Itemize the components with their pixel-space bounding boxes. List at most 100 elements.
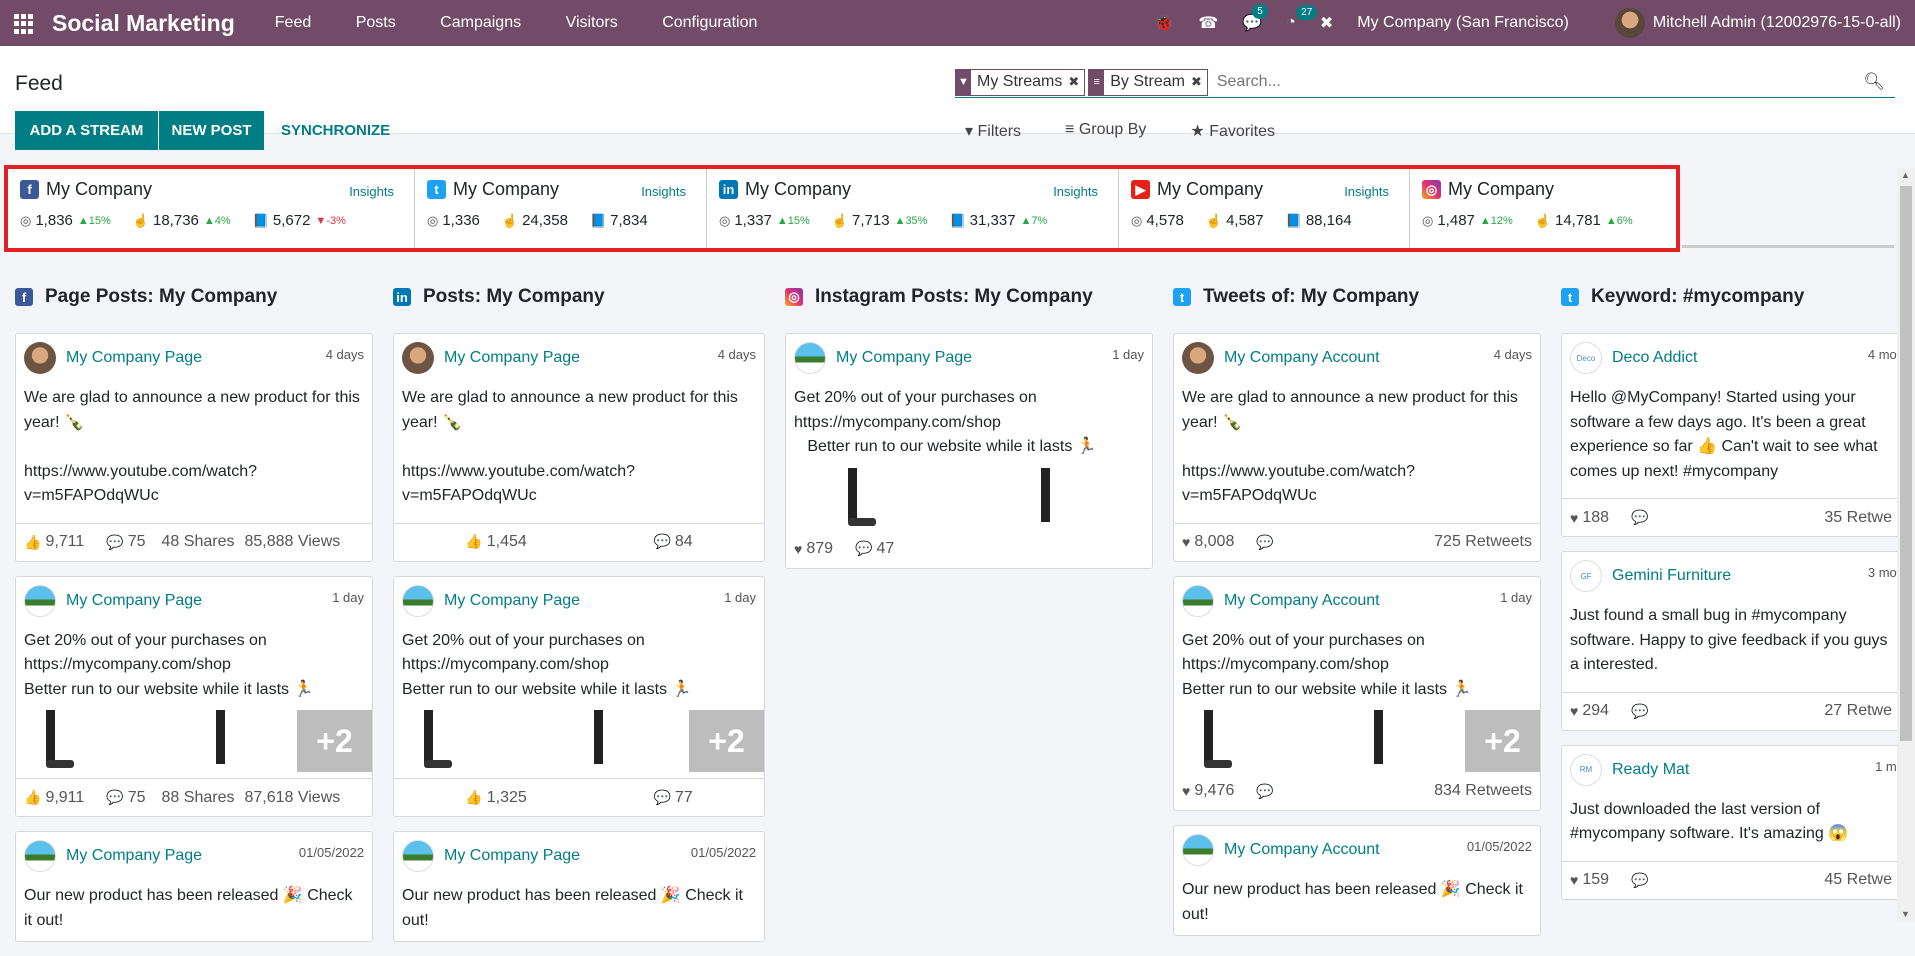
heart-icon[interactable]: ♥ bbox=[1570, 872, 1578, 888]
heart-icon[interactable]: ♥ bbox=[1570, 703, 1578, 719]
post-images[interactable] bbox=[786, 467, 1152, 530]
search-icon[interactable]: 🔍︎ bbox=[1863, 72, 1885, 92]
comment-icon[interactable]: 💬 bbox=[855, 540, 872, 557]
post-author[interactable]: My Company Account bbox=[1224, 349, 1380, 367]
trend-down: ▼-3% bbox=[315, 214, 346, 227]
post-author[interactable]: My Company Page bbox=[444, 592, 580, 610]
post-author[interactable]: My Company Account bbox=[1224, 592, 1380, 610]
tools-icon[interactable]: ✖ bbox=[1320, 13, 1333, 33]
stream-title[interactable]: Posts: My Company bbox=[423, 286, 605, 308]
remove-facet-icon[interactable]: ✖ bbox=[1191, 70, 1207, 95]
post-author[interactable]: My Company Page bbox=[66, 349, 202, 367]
user-avatar[interactable] bbox=[1614, 8, 1645, 38]
stream-title[interactable]: Instagram Posts: My Company bbox=[815, 286, 1093, 308]
group-by-button[interactable]: ≡ Group By bbox=[1065, 121, 1168, 141]
thumbs-up-icon[interactable]: 👍 bbox=[24, 534, 41, 551]
post-images[interactable]: +2 bbox=[394, 710, 764, 772]
post-card[interactable]: My Company Page 01/05/2022 Our new produ… bbox=[393, 831, 765, 942]
activities-clock-icon[interactable]: ◔ 27 bbox=[1286, 5, 1318, 32]
post-images[interactable]: +2 bbox=[1174, 710, 1540, 772]
vertical-scrollbar[interactable]: ▲ ▼ bbox=[1897, 168, 1915, 921]
synchronize-button[interactable]: SYNCHRONIZE bbox=[275, 111, 396, 150]
app-menu-icon[interactable] bbox=[14, 14, 34, 34]
post-images[interactable]: +2 bbox=[16, 710, 372, 772]
post-card[interactable]: RMReady Mat 1 mo Just downloaded the las… bbox=[1561, 744, 1901, 900]
menu-posts[interactable]: Posts bbox=[356, 14, 396, 31]
more-images[interactable]: +2 bbox=[297, 710, 372, 772]
post-author[interactable]: Ready Mat bbox=[1612, 761, 1689, 779]
account-name: My Company bbox=[453, 179, 560, 199]
heart-icon[interactable]: ♥ bbox=[794, 541, 802, 557]
account-instagram: ◎ My Company ◎ 1,487 ▲12% ☝ 14,781 ▲6% bbox=[1410, 169, 1676, 248]
post-author[interactable]: My Company Page bbox=[444, 847, 580, 865]
thumbs-up-icon[interactable]: 👍 bbox=[24, 789, 41, 806]
comment-icon[interactable]: 💬 bbox=[1256, 534, 1430, 551]
phone-icon[interactable]: ☎ bbox=[1198, 13, 1218, 33]
comment-icon[interactable]: 💬 bbox=[1631, 872, 1820, 889]
insights-link[interactable]: Insights bbox=[641, 184, 686, 199]
post-author[interactable]: My Company Account bbox=[1224, 841, 1380, 859]
insights-link[interactable]: Insights bbox=[349, 184, 394, 199]
search-input[interactable] bbox=[1210, 73, 1864, 91]
author-avatar bbox=[24, 342, 56, 374]
instagram-icon: ◎ bbox=[1422, 180, 1441, 199]
add-stream-button[interactable]: ADD A STREAM bbox=[15, 111, 158, 150]
heart-icon[interactable]: ♥ bbox=[1182, 534, 1190, 550]
more-images[interactable]: +2 bbox=[689, 710, 764, 772]
stream-title[interactable]: Page Posts: My Company bbox=[45, 286, 277, 308]
post-card[interactable]: My Company Page 4 days We are glad to an… bbox=[393, 333, 765, 562]
post-card[interactable]: My Company Page 1 day Get 20% out of you… bbox=[785, 333, 1153, 569]
more-images[interactable]: +2 bbox=[1465, 710, 1540, 772]
menu-configuration[interactable]: Configuration bbox=[662, 14, 757, 31]
thumbs-up-icon[interactable]: 👍 bbox=[465, 533, 482, 549]
comment-icon[interactable]: 💬 bbox=[106, 534, 123, 551]
heart-icon[interactable]: ♥ bbox=[1182, 783, 1190, 799]
insights-link[interactable]: Insights bbox=[1344, 184, 1389, 199]
new-post-button[interactable]: NEW POST bbox=[159, 111, 264, 150]
book-icon: 📘 bbox=[949, 212, 966, 228]
post-author[interactable]: My Company Page bbox=[836, 349, 972, 367]
stories-stat: 📘 88,164 bbox=[1286, 212, 1352, 229]
comment-icon[interactable]: 💬 bbox=[1631, 509, 1820, 526]
debug-bug-icon[interactable]: 🐞 bbox=[1154, 13, 1174, 33]
post-message: Just found a small bug in #mycompany sof… bbox=[1570, 607, 1892, 673]
remove-facet-icon[interactable]: ✖ bbox=[1068, 70, 1084, 95]
post-author[interactable]: My Company Page bbox=[66, 847, 202, 865]
scroll-down-arrow-icon[interactable]: ▼ bbox=[1901, 909, 1910, 919]
scrollbar-thumb[interactable] bbox=[1900, 186, 1912, 741]
comment-icon[interactable]: 💬 bbox=[1631, 703, 1820, 720]
post-author[interactable]: Gemini Furniture bbox=[1612, 567, 1731, 585]
filters-button[interactable]: ▾ Filters bbox=[965, 121, 1043, 141]
heart-icon[interactable]: ♥ bbox=[1570, 510, 1578, 526]
instagram-icon: ◎ bbox=[785, 288, 803, 306]
menu-feed[interactable]: Feed bbox=[275, 14, 311, 31]
stream-title[interactable]: Tweets of: My Company bbox=[1203, 286, 1419, 308]
menu-visitors[interactable]: Visitors bbox=[566, 14, 618, 31]
post-card[interactable]: My Company Account 1 day Get 20% out of … bbox=[1173, 575, 1541, 811]
menu-campaigns[interactable]: Campaigns bbox=[440, 14, 521, 31]
post-author[interactable]: Deco Addict bbox=[1612, 349, 1697, 367]
engagement-stat: ☝ 4,587 bbox=[1206, 212, 1264, 229]
post-card[interactable]: My Company Page 1 day Get 20% out of you… bbox=[15, 575, 373, 817]
post-card[interactable]: My Company Account 01/05/2022 Our new pr… bbox=[1173, 825, 1541, 936]
comment-icon[interactable]: 💬 bbox=[106, 789, 123, 806]
post-author[interactable]: My Company Page bbox=[444, 349, 580, 367]
messages-icon[interactable]: 💬 5 bbox=[1242, 4, 1268, 33]
comment-icon[interactable]: 💬 bbox=[653, 789, 670, 805]
stream-title[interactable]: Keyword: #mycompany bbox=[1591, 286, 1804, 308]
post-card[interactable]: My Company Page 01/05/2022 Our new produ… bbox=[15, 831, 373, 942]
post-card[interactable]: My Company Page 4 days We are glad to an… bbox=[15, 333, 373, 562]
user-menu[interactable]: Mitchell Admin (12002976-15-0-all) bbox=[1653, 14, 1901, 32]
company-switcher[interactable]: My Company (San Francisco) bbox=[1357, 14, 1569, 32]
post-card[interactable]: Deco Deco Addict 4 mon Hello @MyCompany! … bbox=[1561, 333, 1901, 537]
scroll-up-arrow-icon[interactable]: ▲ bbox=[1901, 170, 1910, 180]
comment-icon[interactable]: 💬 bbox=[1256, 783, 1430, 800]
post-author[interactable]: My Company Page bbox=[66, 592, 202, 610]
favorites-button[interactable]: ★ Favorites bbox=[1190, 121, 1297, 141]
post-card[interactable]: GF Gemini Furniture 3 mon Just found a sm… bbox=[1561, 551, 1901, 731]
post-card[interactable]: My Company Page 1 day Get 20% out of you… bbox=[393, 575, 765, 817]
post-card[interactable]: My Company Account 4 days We are glad to… bbox=[1173, 333, 1541, 562]
insights-link[interactable]: Insights bbox=[1053, 184, 1098, 199]
thumbs-up-icon[interactable]: 👍 bbox=[465, 789, 482, 805]
comment-icon[interactable]: 💬 bbox=[653, 533, 670, 549]
